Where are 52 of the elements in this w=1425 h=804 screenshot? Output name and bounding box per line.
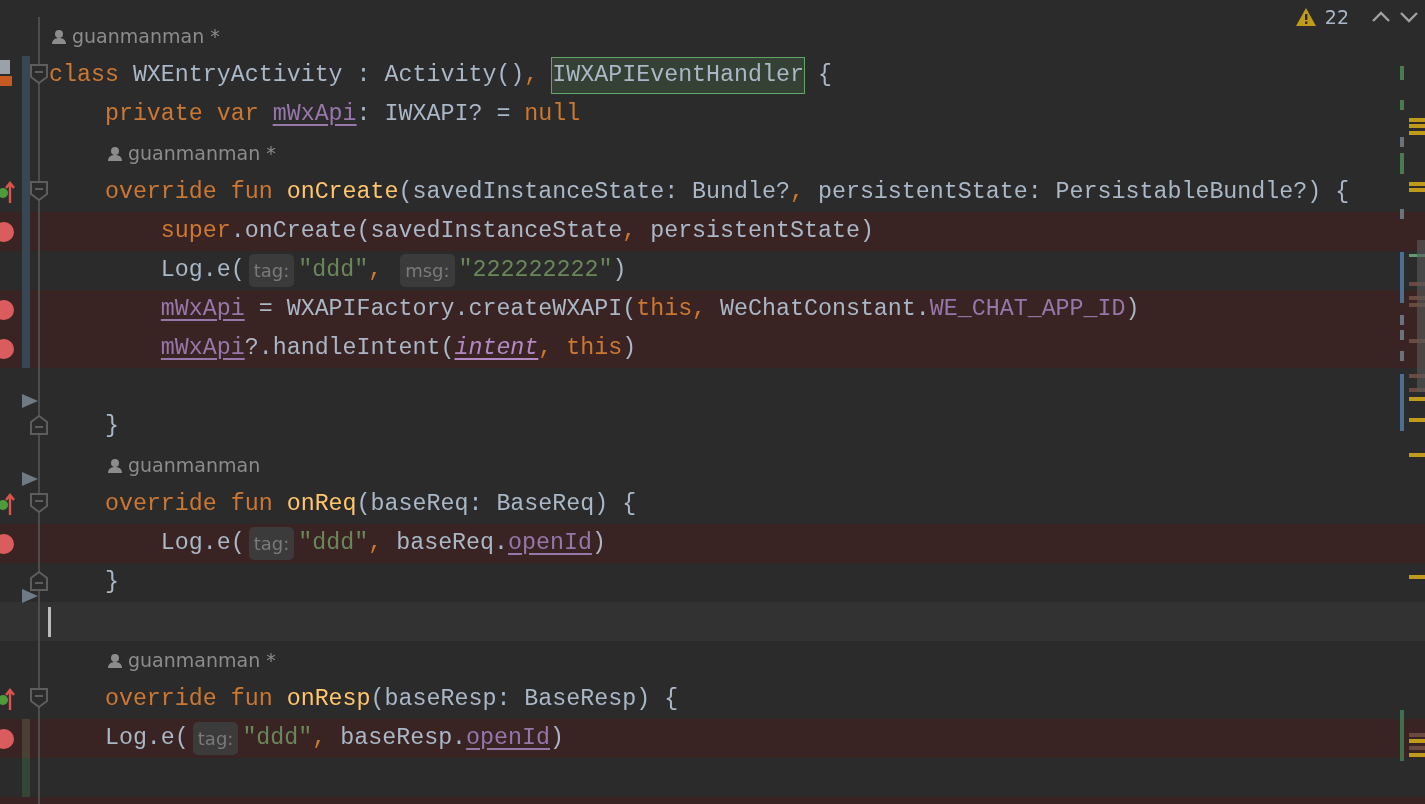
code-text: class WXEntryActivity : Activity(),: [49, 61, 540, 91]
code-text: Log.e(: [160, 256, 245, 286]
breakpoint-icon[interactable]: [0, 222, 14, 242]
code-text: mWxApi = WXAPIFactory.createWXAPI(this, WeChatConstant.WE_CHAT_APP_ID): [160, 295, 1140, 325]
person-icon: [52, 29, 66, 44]
override-icon[interactable]: [0, 491, 16, 517]
code-text: "ddd",: [298, 256, 384, 286]
code-text: "ddd", baseReq.openId): [298, 529, 606, 559]
author-name: guanmanman: [128, 453, 261, 479]
breakpoint-icon[interactable]: [0, 534, 14, 554]
parameter-hint: tag:: [192, 722, 239, 755]
fold-icon[interactable]: [30, 688, 48, 708]
code-text: {: [816, 61, 832, 91]
person-icon: [108, 653, 122, 668]
person-icon: [108, 458, 122, 473]
author-name: guanmanman *: [128, 141, 276, 167]
override-icon[interactable]: [0, 179, 16, 205]
code-text: Log.e(: [104, 724, 189, 754]
change-marker[interactable]: [22, 719, 30, 758]
fold-icon[interactable]: [30, 493, 48, 513]
change-marker[interactable]: [22, 329, 30, 368]
code-text: super.onCreate(savedInstanceState, persistentState): [160, 217, 874, 247]
breakpoint-icon[interactable]: [0, 729, 14, 749]
code-text: override fun onResp(baseResp: BaseResp) {: [104, 685, 679, 715]
author-name: guanmanman *: [72, 24, 220, 50]
breakpoint-icon[interactable]: [0, 339, 14, 359]
breakpoint-icon[interactable]: [0, 300, 14, 320]
code-text: }: [104, 412, 119, 442]
fold-icon[interactable]: [30, 64, 48, 84]
code-text: "222222222"): [458, 256, 627, 286]
code-text: }: [104, 568, 119, 598]
warning-icon[interactable]: [1294, 7, 1317, 27]
code-text: override fun onReq(baseReq: BaseReq) {: [104, 490, 637, 520]
warning-count[interactable]: 22: [1324, 2, 1349, 32]
parameter-hint: tag:: [248, 527, 295, 560]
fold-icon[interactable]: [30, 181, 48, 201]
fold-icon[interactable]: [30, 415, 48, 435]
code-text: "ddd", baseResp.openId): [242, 724, 564, 754]
highlighted-identifier: IWXAPIEventHandler: [552, 58, 804, 93]
parameter-hint: msg:: [400, 254, 455, 287]
person-icon: [108, 146, 122, 161]
code-text: mWxApi?.handleIntent(intent, this): [160, 334, 637, 364]
parameter-hint: tag:: [248, 254, 295, 287]
override-icon[interactable]: [0, 686, 16, 712]
code-text: private var mWxApi: IWXAPI? = null: [104, 100, 581, 130]
author-name: guanmanman *: [128, 648, 276, 674]
code-text: override fun onCreate(savedInstanceState: Bundle?, persistentState: PersistableBundle?) {: [104, 178, 1350, 208]
fold-icon[interactable]: [30, 571, 48, 591]
change-marker[interactable]: [22, 56, 30, 95]
change-marker[interactable]: [22, 758, 30, 797]
class-marker-icon[interactable]: [0, 60, 12, 88]
code-text: Log.e(: [160, 529, 245, 559]
